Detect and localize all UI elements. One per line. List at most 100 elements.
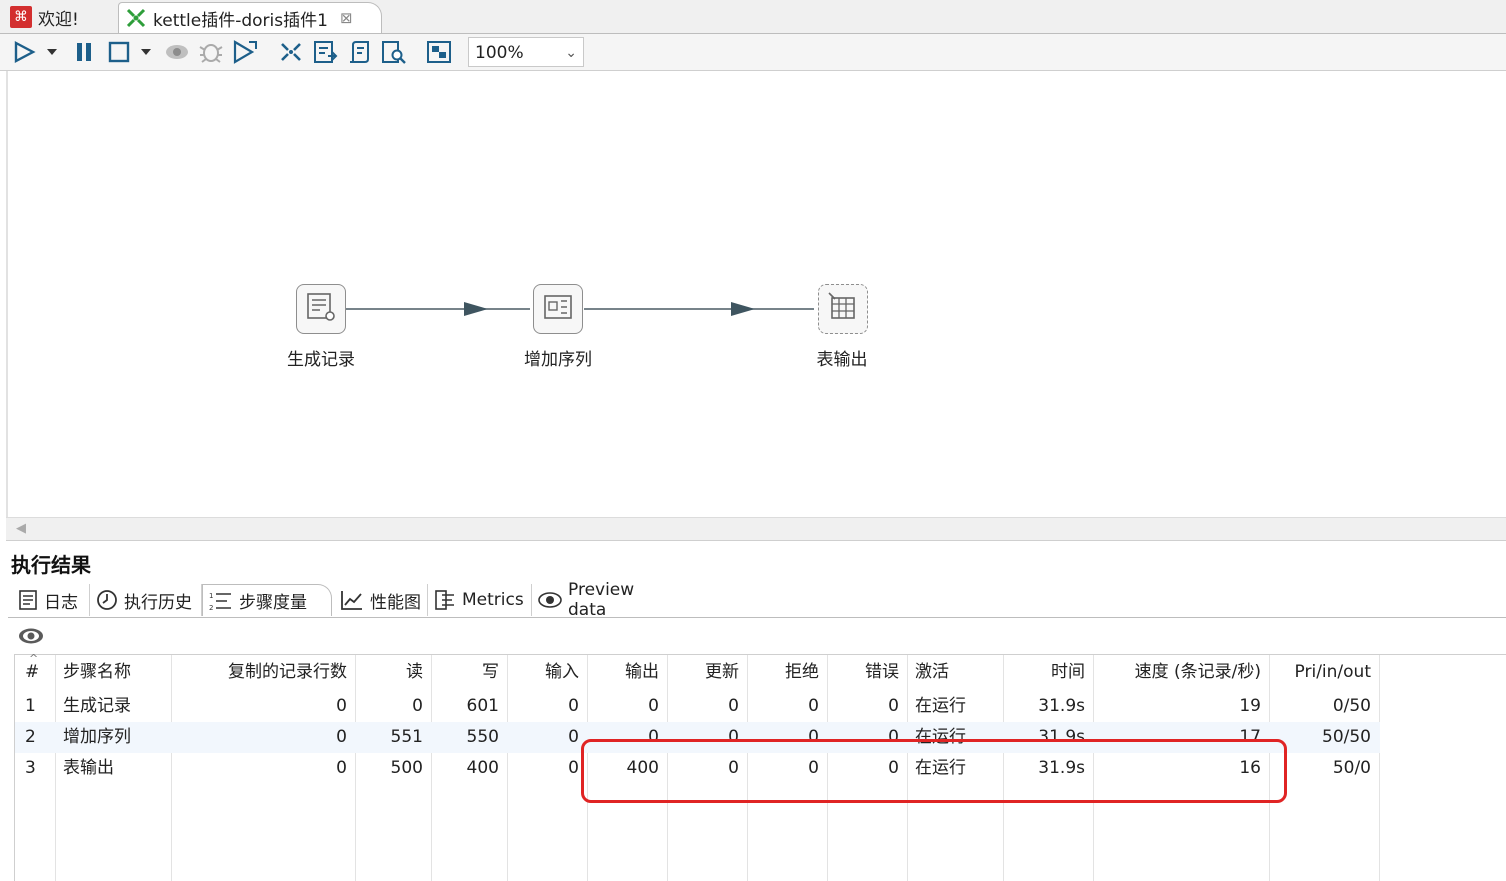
cell-col-index: 2	[25, 727, 36, 747]
metrics-toolbar	[8, 618, 1506, 654]
tab-metrics[interactable]: Metrics	[428, 584, 532, 616]
cell-col-index: 1	[25, 696, 36, 716]
step-generate-rows[interactable]	[296, 284, 346, 334]
svg-text:2: 2	[209, 604, 213, 612]
cell-col-copies: 0	[336, 696, 347, 716]
sql-icon[interactable]	[310, 38, 340, 66]
editor-tab-bar: ⌘ 欢迎! kettle插件-doris插件1 ⊠	[0, 0, 1506, 34]
cell-col-step-name: 生成记录	[63, 696, 131, 716]
cell-col-read: 0	[412, 696, 423, 716]
cell-col-copies: 0	[336, 758, 347, 778]
tab-step-metrics-label: 步骤度量	[239, 593, 307, 613]
tab-history-label: 执行历史	[124, 592, 192, 613]
results-title: 执行结果	[11, 553, 91, 577]
tab-welcome[interactable]: ⌘ 欢迎!	[4, 2, 116, 32]
cell-col-time: 31.9s	[1038, 696, 1085, 716]
cell-col-step-name: 增加序列	[63, 727, 131, 747]
tab-transformation[interactable]: kettle插件-doris插件1 ⊠	[118, 2, 382, 33]
history-icon	[96, 589, 118, 611]
cell-col-active: 在运行	[915, 696, 966, 716]
header-col-time[interactable]: 时间	[1003, 657, 1085, 688]
cell-col-input: 0	[568, 696, 579, 716]
hop-arrow-2	[731, 302, 755, 316]
header-col-errors[interactable]: 错误	[827, 657, 899, 688]
welcome-icon: ⌘	[10, 6, 32, 28]
cell-col-read: 551	[390, 727, 423, 747]
cell-col-written: 400	[466, 758, 499, 778]
tab-preview-data[interactable]: Preview data	[532, 580, 682, 620]
hop-arrow-1	[464, 302, 488, 316]
cell-col-output: 0	[648, 696, 659, 716]
header-col-pri-in-out[interactable]: Pri/in/out	[1269, 657, 1371, 688]
tab-performance-graph-label: 性能图	[370, 592, 421, 613]
column-divider	[1379, 655, 1380, 881]
table-output-icon	[826, 290, 860, 328]
transformation-toolbar: 100% ⌄	[0, 34, 1506, 71]
metrics-icon	[434, 589, 456, 611]
run-icon[interactable]	[8, 38, 40, 66]
header-col-active[interactable]: 激活	[915, 657, 1003, 688]
generate-rows-icon	[304, 290, 338, 328]
stop-icon[interactable]	[104, 38, 134, 66]
transformation-canvas[interactable]: 生成记录 增加序列 表输出	[6, 71, 1506, 517]
cell-col-speed: 19	[1239, 696, 1261, 716]
cell-col-written: 601	[466, 696, 499, 716]
canvas-horizontal-scrollbar[interactable]: ◀	[6, 517, 1506, 541]
tab-log[interactable]: 日志	[12, 584, 90, 616]
tab-history[interactable]: 执行历史	[90, 584, 202, 616]
header-col-copies[interactable]: 复制的记录行数	[171, 657, 347, 688]
red-highlight-box	[581, 739, 1287, 803]
stop-dropdown-icon[interactable]	[136, 38, 156, 66]
pause-icon[interactable]	[70, 38, 98, 66]
cell-col-rejected: 0	[808, 696, 819, 716]
step-label-generate-rows: 生成记录	[287, 350, 355, 370]
tab-preview-data-label: Preview data	[568, 580, 635, 620]
header-col-step-name[interactable]: 步骤名称	[63, 657, 171, 688]
run-dropdown-icon[interactable]	[42, 38, 62, 66]
tab-metrics-label: Metrics	[462, 590, 524, 610]
header-col-updated[interactable]: 更新	[667, 657, 739, 688]
tab-transformation-label: kettle插件-doris插件1	[153, 10, 328, 31]
results-tab-bar: 日志 执行历史 12 步骤度量 性能图 Metrics Preview data	[8, 580, 1506, 620]
check-icon[interactable]	[344, 38, 374, 66]
analyze-icon[interactable]	[378, 38, 408, 66]
cell-col-pri-in-out: 0/50	[1332, 696, 1371, 716]
header-col-rejected[interactable]: 拒绝	[747, 657, 819, 688]
cell-col-updated: 0	[728, 696, 739, 716]
column-divider	[55, 655, 56, 881]
tab-step-metrics[interactable]: 12 步骤度量	[202, 584, 332, 616]
cell-col-input: 0	[568, 758, 579, 778]
header-col-speed[interactable]: 速度 (条记录/秒)	[1093, 657, 1261, 688]
step-table-output[interactable]	[818, 284, 868, 334]
tab-performance-graph[interactable]: 性能图	[334, 584, 428, 616]
header-col-index[interactable]: #	[25, 657, 47, 688]
replay-icon[interactable]	[230, 38, 260, 66]
cell-col-read: 500	[390, 758, 423, 778]
eye-icon	[538, 591, 562, 609]
step-add-sequence[interactable]	[533, 284, 583, 334]
zoom-value: 100%	[475, 43, 524, 63]
cell-col-errors: 0	[888, 696, 899, 716]
impact-icon[interactable]	[276, 38, 306, 66]
header-col-input[interactable]: 输入	[507, 657, 579, 688]
add-sequence-icon	[541, 290, 575, 328]
log-icon	[18, 589, 38, 611]
hop-connections	[346, 302, 814, 316]
cell-col-written: 550	[466, 727, 499, 747]
step-label-add-sequence: 增加序列	[524, 350, 592, 370]
header-col-output[interactable]: 输出	[587, 657, 659, 688]
preview-icon[interactable]	[162, 38, 192, 66]
performance-graph-icon	[340, 589, 364, 611]
zoom-select[interactable]: 100% ⌄	[468, 37, 584, 67]
close-icon[interactable]: ⊠	[340, 9, 353, 27]
transformation-icon	[125, 7, 147, 29]
step-metrics-icon: 12	[209, 590, 233, 612]
chevron-down-icon: ⌄	[565, 45, 577, 61]
cell-col-input: 0	[568, 727, 579, 747]
header-col-written[interactable]: 写	[431, 657, 499, 688]
tab-welcome-label: 欢迎!	[38, 9, 79, 30]
debug-icon[interactable]	[196, 38, 226, 66]
scroll-left-icon[interactable]: ◀	[16, 521, 26, 536]
header-col-read[interactable]: 读	[355, 657, 423, 688]
grid-toggle-icon[interactable]	[424, 38, 454, 66]
